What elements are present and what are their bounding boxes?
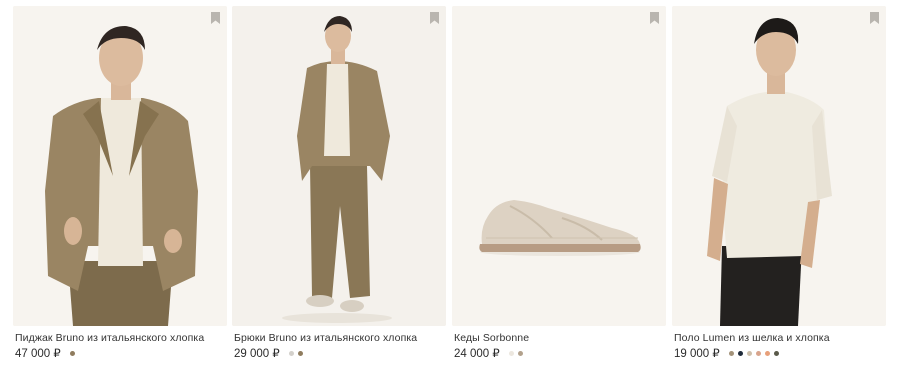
bookmark-icon[interactable]: [430, 12, 439, 24]
product-grid: Пиджак Bruno из итальянского хлопка 47 0…: [13, 6, 887, 366]
color-swatch[interactable]: [288, 350, 294, 356]
product-price: 19 000 ₽: [674, 348, 720, 360]
product-image[interactable]: [452, 6, 666, 326]
beige-sneaker-photo: [452, 6, 666, 326]
color-swatch[interactable]: [728, 350, 734, 356]
product-card[interactable]: Кеды Sorbonne 24 000 ₽: [452, 6, 666, 366]
bookmark-icon[interactable]: [650, 12, 659, 24]
color-swatch[interactable]: [508, 350, 514, 356]
color-swatch[interactable]: [737, 350, 743, 356]
product-title[interactable]: Пиджак Bruno из итальянского хлопка: [15, 332, 204, 344]
color-swatch[interactable]: [517, 350, 523, 356]
color-swatch[interactable]: [764, 350, 770, 356]
color-swatch[interactable]: [755, 350, 761, 356]
color-swatch[interactable]: [69, 350, 75, 356]
color-swatch[interactable]: [297, 350, 303, 356]
product-card[interactable]: Пиджак Bruno из итальянского хлопка 47 0…: [13, 6, 227, 366]
color-swatch[interactable]: [773, 350, 779, 356]
product-card[interactable]: Поло Lumen из шелка и хлопка 19 000 ₽: [672, 6, 886, 366]
model-in-olive-blazer-photo: [13, 6, 227, 326]
price-row: 24 000 ₽: [454, 346, 527, 360]
product-price: 47 000 ₽: [15, 348, 61, 360]
price-row: 47 000 ₽: [15, 346, 79, 360]
product-image[interactable]: [13, 6, 227, 326]
product-price: 24 000 ₽: [454, 348, 500, 360]
price-row: 29 000 ₽: [234, 346, 307, 360]
price-row: 19 000 ₽: [674, 346, 783, 360]
product-title[interactable]: Кеды Sorbonne: [454, 332, 529, 344]
bookmark-icon[interactable]: [870, 12, 879, 24]
model-in-cream-polo-photo: [672, 6, 886, 326]
model-in-olive-suit-photo: [232, 6, 446, 326]
color-swatch[interactable]: [746, 350, 752, 356]
product-image[interactable]: [672, 6, 886, 326]
product-card[interactable]: Брюки Bruno из итальянского хлопка 29 00…: [232, 6, 446, 366]
product-title[interactable]: Брюки Bruno из итальянского хлопка: [234, 332, 417, 344]
bookmark-icon[interactable]: [211, 12, 220, 24]
product-title[interactable]: Поло Lumen из шелка и хлопка: [674, 332, 830, 344]
product-price: 29 000 ₽: [234, 348, 280, 360]
product-image[interactable]: [232, 6, 446, 326]
